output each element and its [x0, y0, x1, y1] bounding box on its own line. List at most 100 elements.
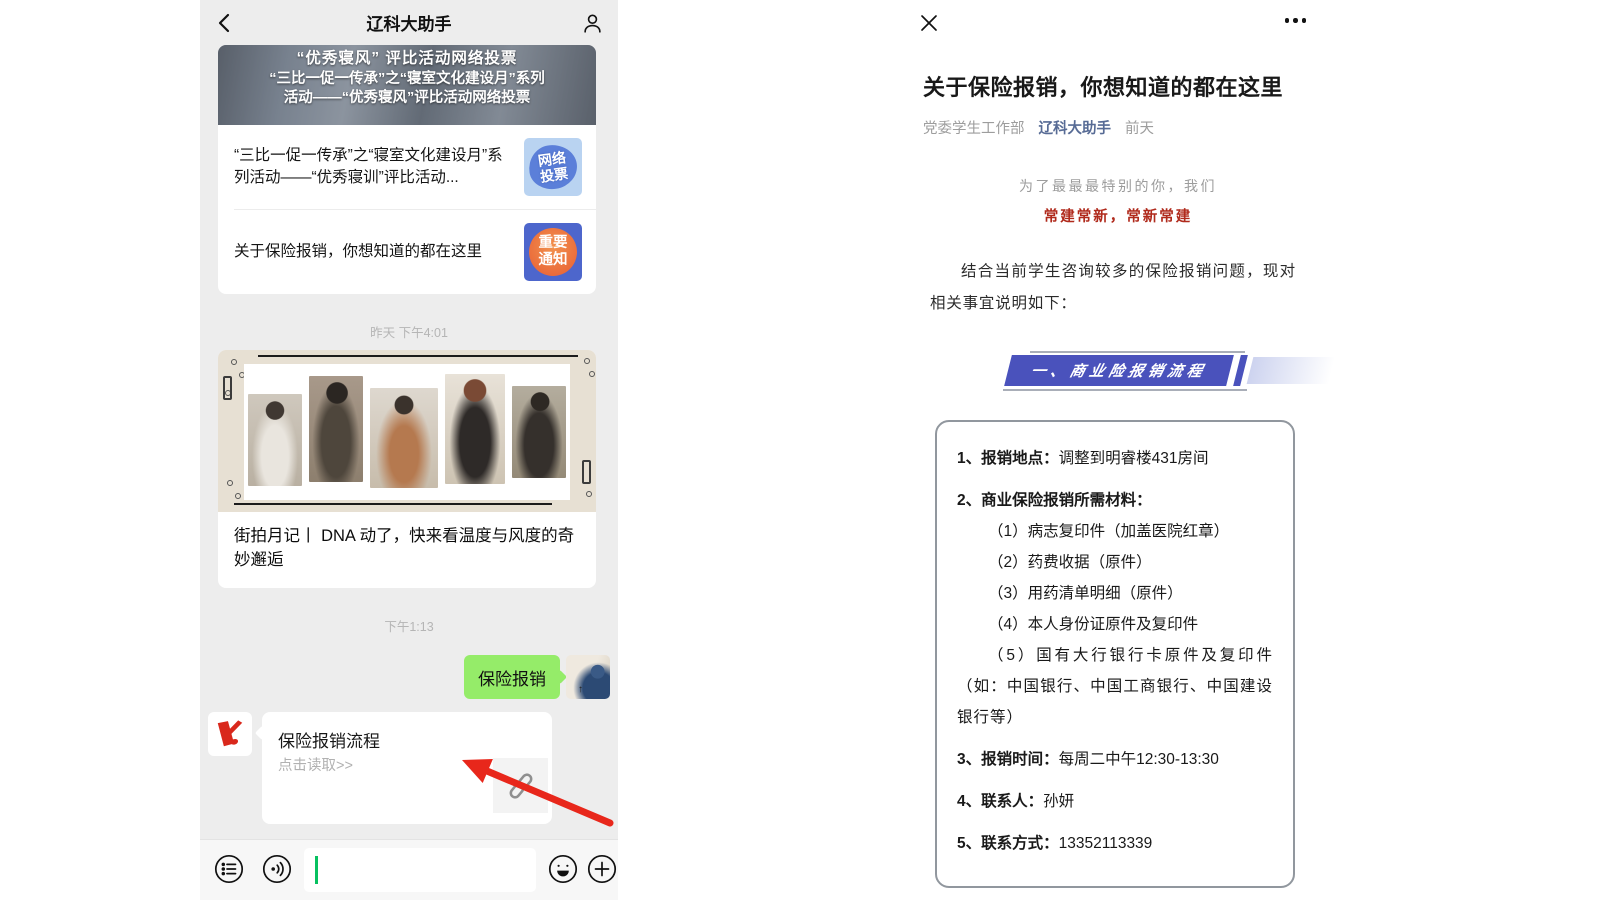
emoji-button[interactable] [548, 854, 578, 884]
box-item: 2、商业保险报销所需材料： [957, 485, 1273, 516]
link-card-title: 保险报销流程 [278, 727, 380, 752]
box-item: 3、报销时间：每周二中午12:30-13:30 [957, 744, 1273, 775]
box-item-label: 3、报销时间： [957, 751, 1059, 768]
user-avatar[interactable]: ↑ [566, 655, 610, 699]
box-subitem: （1）病志复印件（加盖医院红章） [957, 516, 1273, 547]
thumb-text: 网络 投票 [524, 138, 582, 196]
frame-line [234, 503, 552, 505]
text-caret [315, 856, 318, 884]
contact-button[interactable] [580, 11, 604, 35]
box-item-label: 5、联系方式： [957, 835, 1059, 852]
sent-message-text: 保险报销 [478, 665, 546, 690]
more-attach-button[interactable] [587, 854, 617, 884]
frame-dot [231, 359, 237, 365]
thumb-text: 重要 通知 [524, 223, 582, 281]
article-page-title: 关于保险报销，你想知道的都在这里 [923, 70, 1323, 102]
banner-bottom-line [1003, 389, 1247, 391]
box-subitem: （4）本人身份证原件及复印件 [957, 609, 1273, 640]
article-list-item[interactable]: 关于保险报销，你想知道的都在这里 重要 通知 [218, 210, 596, 294]
box-item-value: 调整到明睿楼431房间 [1059, 450, 1209, 467]
intro-line-highlight: 常建常新，常新常建 [900, 205, 1336, 226]
box-item-label: 2、商业保险报销所需材料： [957, 492, 1152, 509]
article-thumbnail: 网络 投票 [524, 138, 582, 196]
frame-slot [582, 460, 591, 484]
voice-button[interactable] [262, 854, 292, 884]
photo-collage [218, 350, 596, 512]
box-item: 4、联系人：孙妍 [957, 786, 1273, 817]
frame-dot [584, 358, 590, 364]
frame-line [258, 355, 578, 357]
link-icon-tile [493, 758, 548, 813]
banner-ribbon: 一、商业险报销流程 [1004, 355, 1234, 386]
box-item: 1、报销地点：调整到明睿楼431房间 [957, 443, 1273, 474]
more-icon [1285, 18, 1290, 23]
close-icon [918, 12, 940, 34]
article-title: 关于保险报销，你想知道的都在这里 [234, 241, 512, 263]
byline-department: 党委学生工作部 [923, 117, 1025, 138]
close-button[interactable] [918, 12, 940, 34]
photo-post-card[interactable]: 街拍月记丨 DNA 动了，快来看温度与风度的奇妙邂逅 [218, 350, 596, 588]
banner-top-line [1030, 351, 1245, 353]
post-title: 街拍月记丨 DNA 动了，快来看温度与风度的奇妙邂逅 [218, 512, 596, 588]
box-item-value: 孙妍 [1043, 793, 1074, 810]
frame-dot [235, 493, 241, 499]
box-item-value: 13352113339 [1059, 835, 1153, 852]
collage-photo [445, 374, 505, 484]
info-box: 1、报销地点：调整到明睿楼431房间 2、商业保险报销所需材料： （1）病志复印… [935, 420, 1295, 888]
section-banner: 一、商业险报销流程 [1000, 347, 1250, 395]
timestamp: 昨天 下午4:01 [200, 322, 618, 341]
link-message-card[interactable]: 保险报销流程 点击读取>> [262, 712, 552, 824]
hero-line: 活动——“优秀寝风”评比活动网络投票 [218, 89, 596, 108]
chat-title: 辽科大助手 [367, 10, 452, 35]
chat-input[interactable] [304, 848, 536, 892]
avatar-detail: ↑ [578, 684, 583, 695]
link-card-subtitle: 点击读取>> [278, 754, 353, 775]
article-title: “三比一促一传承”之“寝室文化建设月”系列活动——“优秀寝训”评比活动... [234, 145, 512, 189]
hero-overlay: “优秀寝风” 评比活动网络投票 “三比一促一传承”之“寝室文化建设月”系列 活动… [218, 45, 596, 125]
plus-icon [587, 854, 617, 884]
intro-line: 为了最最最特别的你，我们 [900, 176, 1336, 196]
byline: 党委学生工作部 辽科大助手 前天 [923, 117, 1154, 138]
frame-dot [227, 480, 233, 486]
more-icon [1293, 18, 1298, 23]
account-logo-icon [213, 717, 247, 751]
sent-message-bubble[interactable]: 保险报销 [464, 655, 560, 699]
back-button[interactable] [212, 11, 236, 35]
person-icon [581, 12, 604, 35]
frame-dot [586, 491, 592, 497]
more-icon [1302, 18, 1307, 23]
chevron-left-icon [217, 12, 231, 34]
article-card[interactable]: “优秀寝风” 评比活动网络投票 “三比一促一传承”之“寝室文化建设月”系列 活动… [218, 45, 596, 294]
chat-input-bar [200, 839, 618, 900]
frame-dot [589, 371, 595, 377]
article-list-item[interactable]: “三比一促一传承”之“寝室文化建设月”系列活动——“优秀寝训”评比活动... 网… [218, 125, 596, 209]
menu-toggle-button[interactable] [214, 854, 244, 884]
chat-screen: 辽科大助手 “优秀寝风” 评比活动网络投票 “三比一促一传承”之“寝室文化建设月… [200, 0, 618, 900]
box-subitem: （3）用药清单明细（原件） [957, 578, 1273, 609]
article-page: 关于保险报销，你想知道的都在这里 党委学生工作部 辽科大助手 前天 为了最最最特… [900, 0, 1336, 900]
box-item-label: 4、联系人： [957, 793, 1043, 810]
article-hero-image[interactable]: “优秀寝风” 评比活动网络投票 “三比一促一传承”之“寝室文化建设月”系列 活动… [218, 45, 596, 125]
collage-photo [512, 386, 566, 478]
byline-account-link[interactable]: 辽科大助手 [1039, 117, 1112, 138]
banner-haze [1247, 357, 1336, 384]
box-subitem: （5）国有大行银行卡原件及复印件（如：中国银行、中国工商银行、中国建设银行等） [957, 640, 1273, 733]
link-icon [504, 769, 538, 803]
official-account-avatar[interactable] [208, 712, 252, 756]
voice-icon [262, 854, 292, 884]
box-item-label: 1、报销地点： [957, 450, 1059, 467]
box-item: 5、联系方式：13352113339 [957, 828, 1273, 859]
frame-slot [223, 376, 232, 400]
more-options-button[interactable] [1285, 18, 1307, 23]
hero-line: “优秀寝风” 评比活动网络投票 [218, 48, 596, 70]
intro-paragraph: 结合当前学生咨询较多的保险报销问题，现对相关事宜说明如下： [930, 256, 1296, 320]
thumb-text-line: 通知 [539, 252, 568, 269]
byline-date: 前天 [1125, 117, 1154, 138]
chat-header: 辽科大助手 [200, 0, 618, 45]
banner-ribbon-sliver [1233, 355, 1248, 386]
box-subitem: （2）药费收据（原件） [957, 547, 1273, 578]
box-item-value: 每周二中午12:30-13:30 [1059, 751, 1219, 768]
collage-inner [244, 364, 570, 500]
collage-photo [309, 376, 363, 482]
article-thumbnail: 重要 通知 [524, 223, 582, 281]
